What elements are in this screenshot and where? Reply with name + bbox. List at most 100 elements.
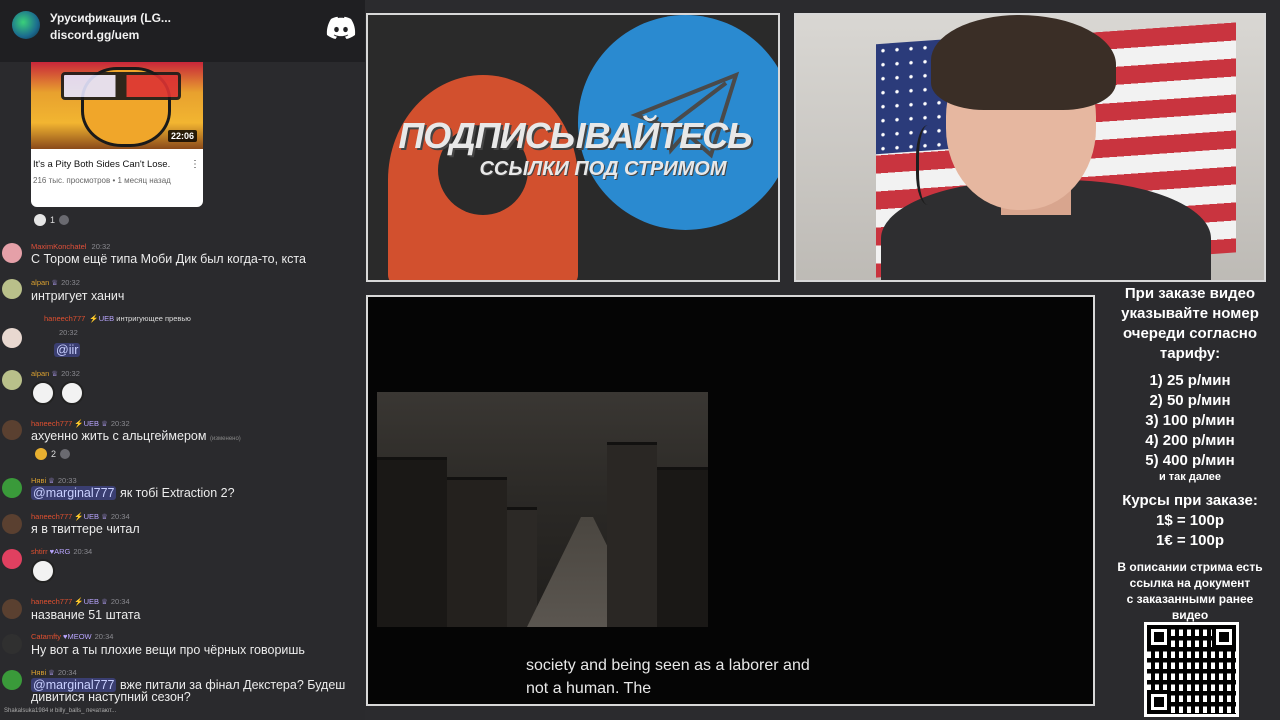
message-time: 20:32	[61, 369, 80, 378]
user-avatar	[2, 478, 22, 498]
message-author: 20:32	[56, 328, 78, 337]
message-text: я в твиттере читал	[31, 522, 140, 536]
message-time: 20:32	[61, 278, 80, 287]
user-avatar	[2, 370, 22, 390]
typing-indicator: Shakalsuka1984 и billy_balls_ печатают..…	[4, 708, 117, 714]
tariff-item: 4) 200 р/мин	[1145, 432, 1235, 449]
message-author: shtirr ♥ARG 20:34	[31, 547, 92, 556]
author-name: haneech777	[44, 314, 86, 323]
description-line: В описании стрима есть	[1117, 560, 1263, 574]
message-author: Catamfty ♥MEOW 20:34	[31, 632, 113, 641]
video-title: It's a Pity Both Sides Can't Lose.	[33, 159, 171, 170]
message-time: 20:34	[110, 512, 130, 521]
message-author: haneech777 ⚡UEB ♕ 20:32	[31, 419, 130, 428]
order-heading: При заказе видео указывайте номер очеред…	[1100, 284, 1280, 364]
user-badge: ♕	[51, 369, 59, 378]
message-body: ахуенно жить с альцгеймером	[31, 429, 207, 443]
message-author: alpan ♕ 20:32	[31, 369, 80, 378]
discord-icon	[326, 16, 356, 39]
archive-street-photo	[377, 392, 708, 627]
reaction-count: 1	[50, 215, 56, 225]
tariff-item: 3) 100 р/мин	[1145, 412, 1235, 429]
reaction-bar[interactable]: 1	[34, 214, 70, 226]
user-avatar	[2, 279, 22, 299]
message-time: 20:33	[57, 476, 77, 485]
promo-banner: ПОДПИСЫВАЙТЕСЬ ССЫЛКИ ПОД СТРИМОМ	[366, 13, 780, 282]
author-name: shtirr	[31, 547, 48, 556]
add-reaction-icon[interactable]	[59, 215, 70, 225]
promo-headline: ПОДПИСЫВАЙТЕСЬ	[398, 115, 752, 156]
emote-sticker	[60, 381, 84, 405]
video-meta: 216 тыс. просмотров • 1 месяц назад	[33, 176, 171, 185]
edited-label: (изменено)	[209, 436, 241, 442]
qr-code	[1144, 622, 1239, 717]
author-name: haneech777	[31, 512, 73, 521]
user-badge: ⚡UEB ♕	[74, 419, 108, 428]
message-author: Няві ♕ 20:34	[31, 668, 77, 677]
rates-block: Курсы при заказе: 1$ = 100р 1€ = 100р	[1100, 491, 1280, 551]
tariff-list: 1) 25 р/мин 2) 50 р/мин 3) 100 р/мин 4) …	[1100, 371, 1280, 483]
message-time: 20:32	[110, 419, 130, 428]
building	[447, 477, 507, 627]
reaction-emoji-icon	[34, 214, 46, 226]
message-text: @iir	[54, 343, 81, 357]
youtube-video-card[interactable]: 22:06 It's a Pity Both Sides Can't Lose.…	[31, 62, 203, 207]
user-avatar	[2, 328, 22, 348]
author-name: Няві	[31, 476, 47, 485]
user-badge: ♕	[48, 668, 55, 677]
author-name: Няві	[31, 668, 47, 677]
heading-line: тарифу:	[1159, 345, 1221, 362]
user-avatar	[2, 243, 22, 263]
subtitle-line: not a human. The	[526, 680, 652, 697]
server-avatar	[12, 11, 40, 39]
message-body: як тобі Extraction 2?	[116, 486, 235, 500]
headset-cable	[916, 125, 946, 205]
server-name: Урусификация (LG...	[50, 11, 171, 25]
emote-sticker	[31, 559, 55, 583]
qr-pattern	[1147, 625, 1236, 714]
user-badge: ⚡UEB	[89, 314, 115, 323]
author-name: MaximKonchatel	[31, 242, 87, 251]
description-line: с заказанными ранее	[1126, 592, 1254, 606]
message-time: 20:32	[59, 328, 78, 337]
message-time: 20:34	[110, 597, 130, 606]
user-badge: ♕	[48, 476, 55, 485]
user-avatar	[2, 599, 22, 619]
reply-reference: haneech777 ⚡UEB интригующее превью	[44, 314, 191, 323]
rate-item: 1€ = 100р	[1156, 532, 1224, 549]
message-author: haneech777 ⚡UEB ♕ 20:34	[31, 512, 130, 521]
more-options-icon[interactable]: ⋮	[190, 159, 200, 170]
user-avatar	[2, 670, 22, 690]
reaction-bar[interactable]: 2	[35, 448, 71, 460]
building	[657, 467, 708, 627]
building	[607, 442, 657, 627]
qr-finder	[1147, 690, 1171, 714]
user-avatar	[2, 420, 22, 440]
tariff-item: 1) 25 р/мин	[1149, 372, 1231, 389]
description-block: В описании стрима есть ссылка на докумен…	[1100, 559, 1280, 623]
video-player[interactable]: society and being seen as a laborer and …	[366, 295, 1095, 706]
message-time: 20:34	[94, 632, 114, 641]
user-badge: ♕	[51, 278, 59, 287]
message-text: интригует ханич	[31, 289, 125, 303]
author-name: haneech777	[31, 597, 73, 606]
user-badge: ⚡UEB ♕	[74, 512, 108, 521]
order-info-panel: При заказе видео указывайте номер очеред…	[1100, 282, 1280, 720]
user-badge: ⚡UEB ♕	[74, 597, 108, 606]
streamer-hair	[931, 15, 1116, 110]
server-invite-link: discord.gg/uem	[50, 28, 140, 42]
message-time: 20:32	[91, 242, 111, 251]
message-time: 20:34	[57, 668, 77, 677]
message-text: Ну вот а ты плохие вещи про чёрных говор…	[31, 643, 305, 657]
building	[507, 507, 537, 627]
thumbnail-glasses	[61, 72, 181, 100]
message-text-continued: дивитися наступний сезон?	[31, 690, 191, 704]
user-avatar	[2, 549, 22, 569]
user-mention[interactable]: @iir	[54, 343, 81, 357]
message-text: С Тором ещё типа Моби Дик был когда-то, …	[31, 252, 306, 266]
heading-line: При заказе видео	[1124, 285, 1256, 302]
qr-finder	[1147, 625, 1171, 649]
author-name: haneech777	[31, 419, 73, 428]
add-reaction-icon[interactable]	[60, 449, 71, 459]
user-mention[interactable]: @marginal777	[31, 486, 117, 500]
